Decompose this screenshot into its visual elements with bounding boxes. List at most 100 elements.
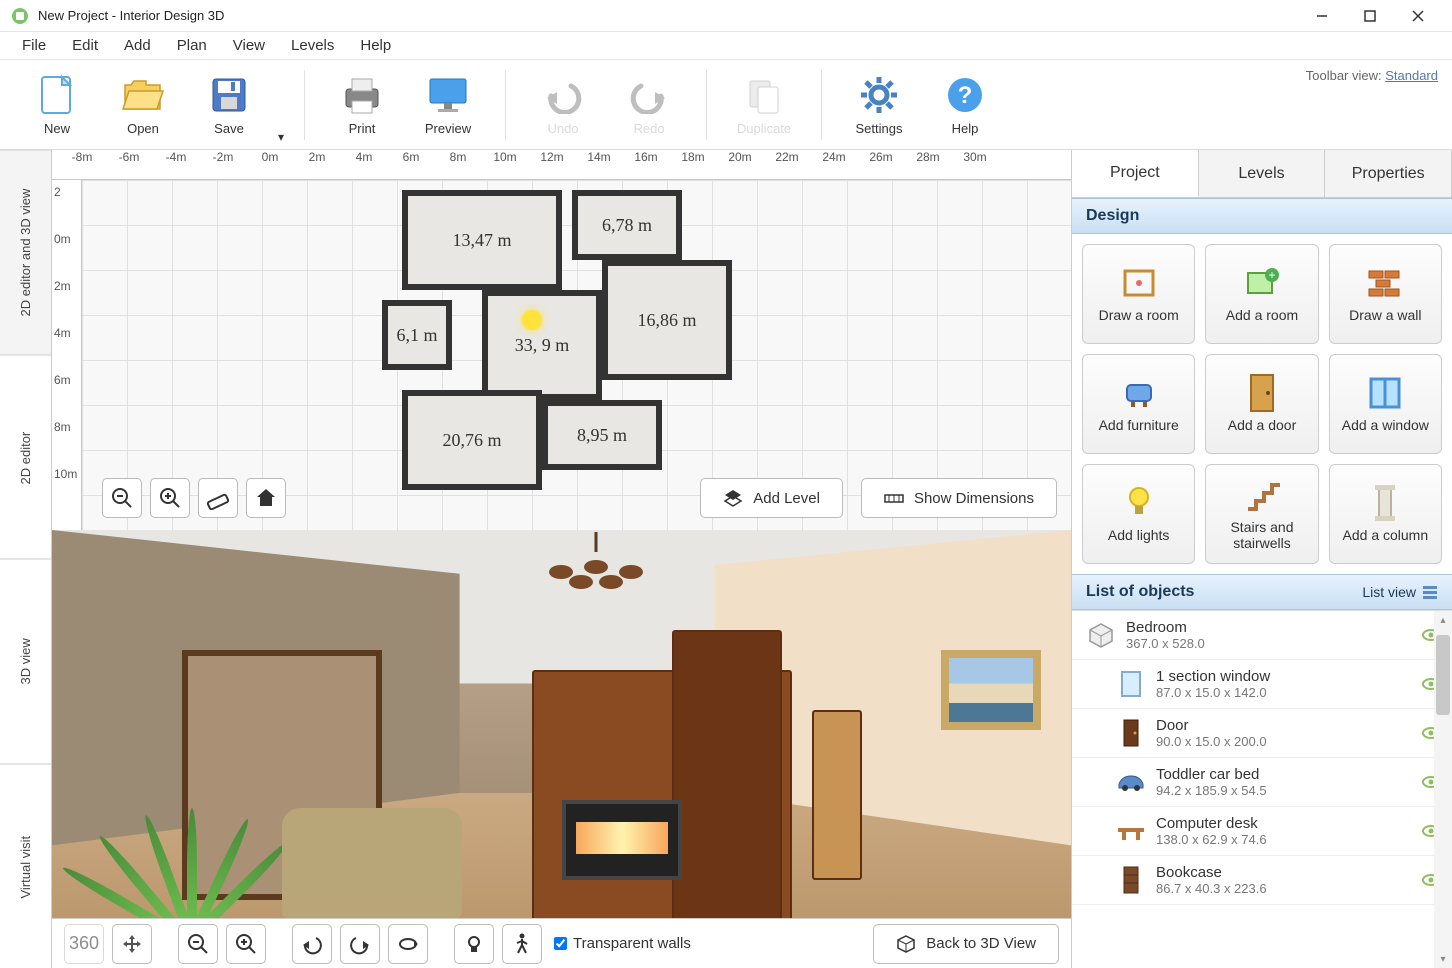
object-name: Door: [1156, 717, 1412, 734]
design-section-header: Design: [1072, 198, 1452, 234]
add-column-icon: [1367, 485, 1403, 521]
open-button[interactable]: Open: [104, 66, 182, 144]
undo-button[interactable]: Undo: [524, 66, 602, 144]
tab-project[interactable]: Project: [1072, 150, 1199, 197]
ruler-vertical: 20m2m4m6m8m10m: [52, 180, 82, 530]
tab-levels[interactable]: Levels: [1199, 150, 1326, 197]
design-add-furniture-button[interactable]: Add furniture: [1082, 354, 1195, 454]
ruler-tick: 14m: [599, 150, 622, 164]
redo-button[interactable]: Redo: [610, 66, 688, 144]
close-button[interactable]: [1394, 0, 1442, 32]
ruler-tick: 2m: [54, 279, 71, 293]
scroll-thumb[interactable]: [1436, 635, 1450, 715]
object-list-item[interactable]: Bookcase86.7 x 40.3 x 223.6: [1072, 856, 1452, 905]
zoom-out-button[interactable]: [102, 478, 142, 518]
add-door-icon: [1244, 375, 1280, 411]
add-level-button[interactable]: Add Level: [700, 478, 843, 518]
rotate-left-button[interactable]: [292, 924, 332, 964]
ruler-tick: 26m: [881, 150, 904, 164]
room-label: 6,1 m: [382, 300, 452, 370]
object-dimensions: 90.0 x 15.0 x 200.0: [1156, 734, 1412, 749]
menu-add[interactable]: Add: [112, 33, 163, 58]
plan-canvas[interactable]: 13,47 m 6,78 m 33, 9 m 16,86 m 6,1 m 20,…: [82, 180, 1071, 530]
rotate-right-button[interactable]: [340, 924, 380, 964]
redo-icon: [627, 73, 671, 117]
design-button-label: Add lights: [1108, 527, 1169, 543]
design-draw-room-button[interactable]: Draw a room: [1082, 244, 1195, 344]
design-add-lights-button[interactable]: Add lights: [1082, 464, 1195, 564]
editor-area: -8m-6m-4m-2m0m2m4m6m8m10m12m14m16m18m20m…: [52, 150, 1072, 968]
room-label: 16,86 m: [602, 260, 732, 380]
svg-text:+: +: [1268, 268, 1275, 282]
list-view-icon: [1422, 584, 1438, 600]
design-add-window-button[interactable]: Add a window: [1329, 354, 1442, 454]
measure-button[interactable]: [198, 478, 238, 518]
maximize-button[interactable]: [1346, 0, 1394, 32]
settings-button[interactable]: Settings: [840, 66, 918, 144]
room-label: 33, 9 m: [482, 290, 602, 400]
object-dimensions: 367.0 x 528.0: [1126, 636, 1412, 651]
object-name: 1 section window: [1156, 668, 1412, 685]
menu-levels[interactable]: Levels: [279, 33, 346, 58]
menu-file[interactable]: File: [10, 33, 58, 58]
vtab-3d-view[interactable]: 3D view: [0, 559, 51, 764]
menu-edit[interactable]: Edit: [60, 33, 110, 58]
save-button[interactable]: Save: [190, 66, 268, 144]
folder-open-icon: [121, 73, 165, 117]
objects-section-header: List of objects List view: [1072, 574, 1452, 610]
transparent-walls-checkbox[interactable]: Transparent walls: [554, 935, 691, 952]
light-button[interactable]: [454, 924, 494, 964]
vtab-2d-editor[interactable]: 2D editor: [0, 355, 51, 560]
menu-view[interactable]: View: [221, 33, 277, 58]
window-icon: [1116, 669, 1146, 699]
object-list-item[interactable]: Computer desk138.0 x 62.9 x 74.6: [1072, 807, 1452, 856]
vtab-combined[interactable]: 2D editor and 3D view: [0, 150, 51, 355]
ruler-tick: 8m: [458, 150, 475, 164]
object-list-item[interactable]: 1 section window87.0 x 15.0 x 142.0: [1072, 660, 1452, 709]
object-list-item[interactable]: Bedroom367.0 x 528.0: [1072, 611, 1452, 660]
render-3d-view[interactable]: 360 Transparent walls Back to 3D: [52, 530, 1071, 968]
design-add-room-button[interactable]: +Add a room: [1205, 244, 1318, 344]
tab-properties[interactable]: Properties: [1325, 150, 1452, 197]
preview-button[interactable]: Preview: [409, 66, 487, 144]
render-zoom-out-button[interactable]: [178, 924, 218, 964]
walk-button[interactable]: [502, 924, 542, 964]
360-button[interactable]: 360: [64, 924, 104, 964]
print-button[interactable]: Print: [323, 66, 401, 144]
rotate-orbit-button[interactable]: [388, 924, 428, 964]
pan-button[interactable]: [112, 924, 152, 964]
duplicate-button[interactable]: Duplicate: [725, 66, 803, 144]
menu-help[interactable]: Help: [348, 33, 403, 58]
show-dimensions-button[interactable]: Show Dimensions: [861, 478, 1057, 518]
new-button[interactable]: New: [18, 66, 96, 144]
object-list-item[interactable]: Toddler car bed94.2 x 185.9 x 54.5: [1072, 758, 1452, 807]
render-zoom-in-button[interactable]: [226, 924, 266, 964]
floppy-icon: [207, 73, 251, 117]
room-label: 8,95 m: [542, 400, 662, 470]
transparent-walls-check-input[interactable]: [554, 937, 567, 950]
menu-plan[interactable]: Plan: [165, 33, 219, 58]
scroll-up-arrow[interactable]: ▴: [1434, 611, 1452, 629]
design-add-door-button[interactable]: Add a door: [1205, 354, 1318, 454]
design-stairs-button[interactable]: Stairs and stairwells: [1205, 464, 1318, 564]
scrollbar-vertical[interactable]: ▴ ▾: [1434, 611, 1452, 968]
ruler-tick: 18m: [693, 150, 716, 164]
list-view-toggle[interactable]: List view: [1362, 584, 1438, 600]
toolbar-view-label: Toolbar view: Standard: [1306, 68, 1438, 83]
design-add-column-button[interactable]: Add a column: [1329, 464, 1442, 564]
zoom-in-button[interactable]: [150, 478, 190, 518]
object-list-item[interactable]: Door90.0 x 15.0 x 200.0: [1072, 709, 1452, 758]
scroll-down-arrow[interactable]: ▾: [1434, 950, 1452, 968]
vtab-virtual-visit[interactable]: Virtual visit: [0, 764, 51, 968]
save-dropdown-arrow[interactable]: ▾: [272, 130, 290, 144]
ruler-tick: 2: [54, 185, 61, 199]
help-button[interactable]: ?Help: [926, 66, 1004, 144]
design-draw-wall-button[interactable]: Draw a wall: [1329, 244, 1442, 344]
room-label: 6,78 m: [572, 190, 682, 260]
back-to-3d-button[interactable]: Back to 3D View: [873, 924, 1059, 964]
dimensions-icon: [884, 489, 904, 507]
room-label: 13,47 m: [402, 190, 562, 290]
home-button[interactable]: [246, 478, 286, 518]
toolbar-view-link[interactable]: Standard: [1385, 68, 1438, 83]
minimize-button[interactable]: [1298, 0, 1346, 32]
